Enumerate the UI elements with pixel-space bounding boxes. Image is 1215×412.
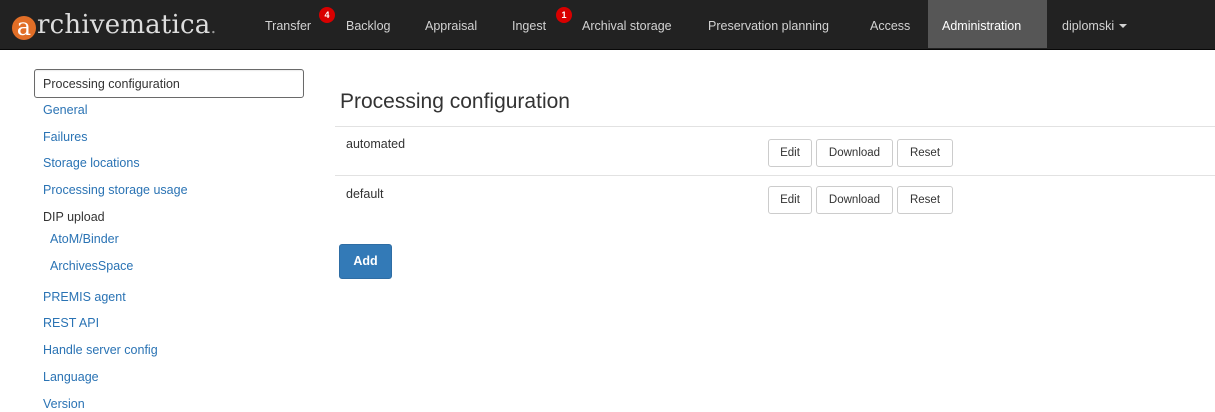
logo-text: rchivematica: [37, 10, 211, 40]
download-button-automated[interactable]: Download: [816, 139, 893, 167]
sidebar-item-archivesspace[interactable]: ArchivesSpace: [50, 259, 133, 273]
logo-letter: a: [12, 15, 36, 40]
reset-button-automated[interactable]: Reset: [897, 139, 953, 167]
edit-button-automated[interactable]: Edit: [768, 139, 812, 167]
nav-user-label: diplomski: [1062, 19, 1115, 33]
nav-appraisal[interactable]: Appraisal: [425, 0, 477, 50]
sidebar-item-storage-locations[interactable]: Storage locations: [43, 156, 140, 170]
download-button-default[interactable]: Download: [816, 186, 893, 214]
nav-backlog[interactable]: Backlog: [346, 0, 390, 50]
sidebar-item-failures[interactable]: Failures: [43, 130, 87, 144]
nav-access[interactable]: Access: [870, 0, 910, 50]
top-navbar: a rchivematica. Transfer 4 Backlog Apprai…: [0, 0, 1215, 50]
caret-down-icon: [1119, 24, 1128, 28]
sidebar-item-version[interactable]: Version: [43, 397, 85, 411]
transfer-count-badge: 4: [319, 7, 335, 23]
add-button[interactable]: Add: [339, 244, 392, 279]
sidebar-item-handle-server-config[interactable]: Handle server config: [43, 343, 158, 357]
nav-transfer[interactable]: Transfer: [265, 0, 311, 50]
nav-access-label: Access: [870, 19, 911, 33]
sidebar-item-general[interactable]: General: [43, 103, 87, 117]
sidebar-item-language[interactable]: Language: [43, 370, 99, 384]
nav-archival-storage[interactable]: Archival storage: [582, 0, 672, 50]
edit-button-default[interactable]: Edit: [768, 186, 812, 214]
divider: [335, 175, 1215, 176]
nav-preservation-planning-label: Preservation planning: [708, 19, 829, 33]
sidebar-heading-dip-upload: DIP upload: [43, 210, 105, 224]
nav-backlog-label: Backlog: [346, 19, 391, 33]
reset-button-default[interactable]: Reset: [897, 186, 953, 214]
sidebar-item-premis-agent[interactable]: PREMIS agent: [43, 290, 126, 304]
sidebar-item-rest-api[interactable]: REST API: [43, 316, 99, 330]
divider: [335, 126, 1215, 127]
nav-archival-storage-label: Archival storage: [582, 19, 672, 33]
archivematica-logo[interactable]: a rchivematica.: [12, 5, 216, 45]
sidebar-item-processing-configuration[interactable]: Processing configuration: [34, 69, 304, 98]
nav-administration[interactable]: Administration: [928, 0, 1047, 48]
ingest-count-badge: 1: [556, 7, 572, 23]
nav-preservation-planning[interactable]: Preservation planning: [708, 0, 829, 50]
page-title: Processing configuration: [340, 90, 570, 113]
config-name-default: default: [346, 187, 384, 201]
nav-transfer-label: Transfer: [265, 19, 312, 33]
sidebar-item-atom-binder[interactable]: AtoM/Binder: [50, 232, 119, 246]
nav-appraisal-label: Appraisal: [425, 19, 478, 33]
nav-administration-label: Administration: [942, 19, 1022, 33]
config-name-automated: automated: [346, 137, 406, 151]
sidebar-item-processing-storage-usage[interactable]: Processing storage usage: [43, 183, 188, 197]
nav-ingest-label: Ingest: [512, 19, 547, 33]
sidebar-item-label: Processing configuration: [43, 77, 180, 91]
nav-ingest[interactable]: Ingest: [512, 0, 546, 50]
nav-user-menu[interactable]: diplomski: [1062, 0, 1128, 50]
logo-dot: .: [210, 17, 217, 38]
